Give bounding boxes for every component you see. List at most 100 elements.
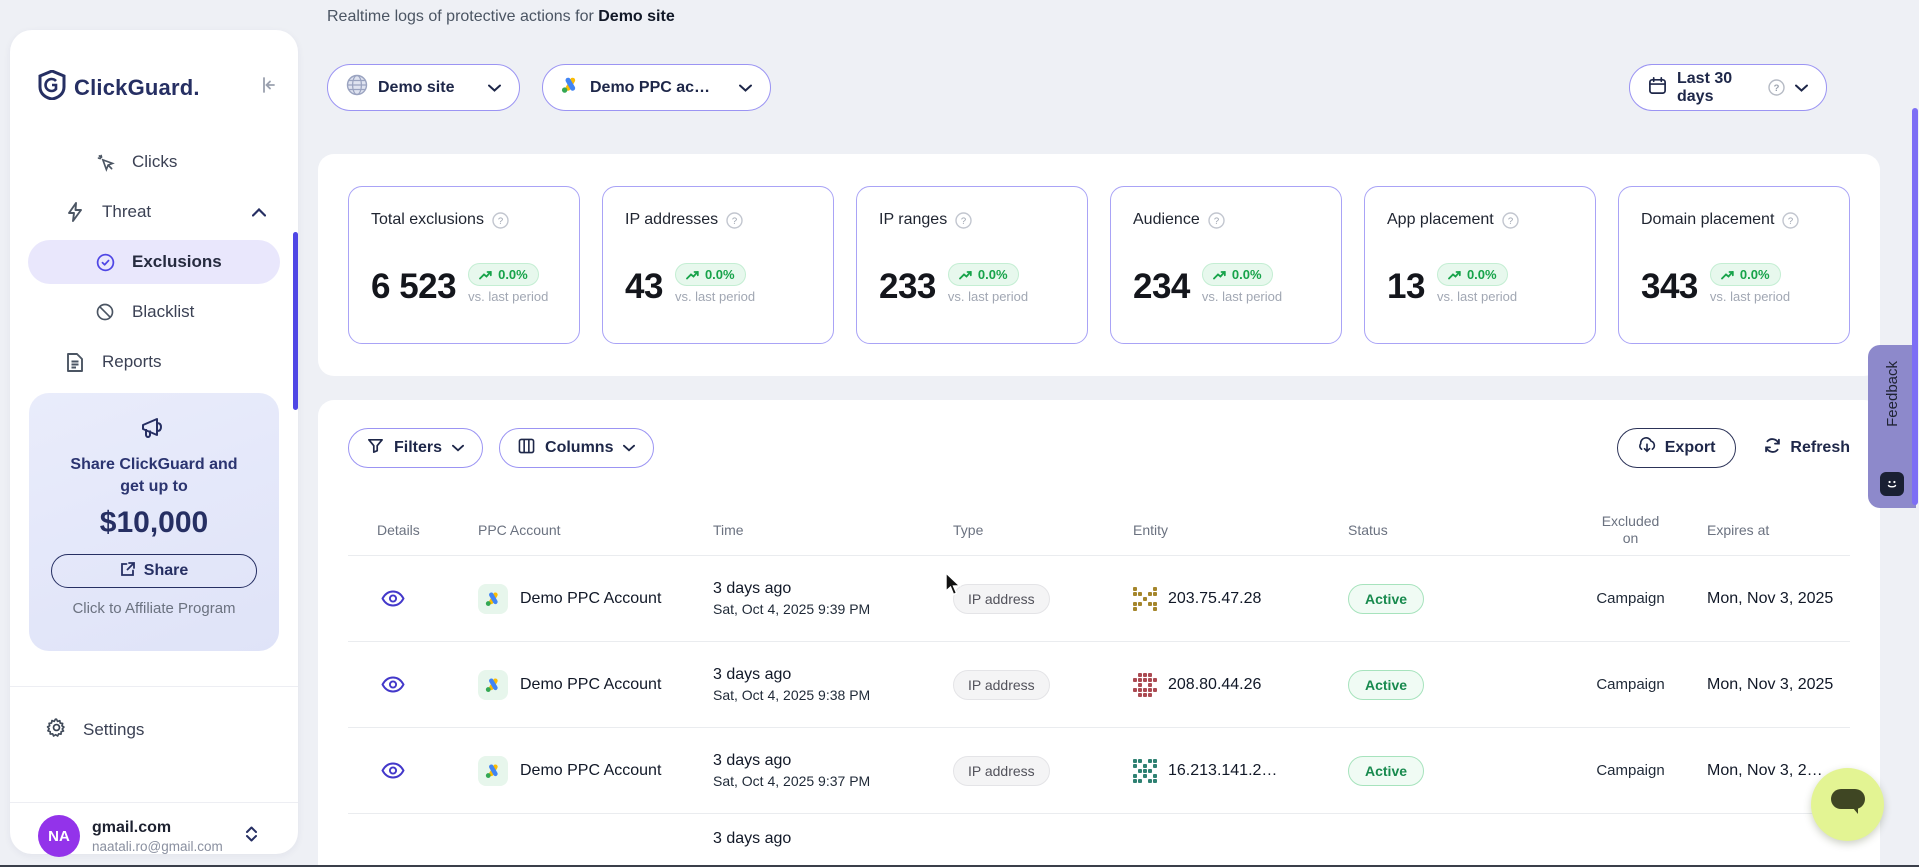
sidebar-item-settings[interactable]: Settings xyxy=(28,708,280,752)
gear-icon xyxy=(46,717,67,743)
status-badge: Active xyxy=(1348,584,1424,614)
row-account-cell xyxy=(478,813,713,867)
brand-name: ClickGuard. xyxy=(74,75,200,101)
stat-caption: vs. last period xyxy=(1437,289,1517,304)
row-entity-cell: 16.213.141.2… xyxy=(1133,727,1348,813)
exclusions-table: Details PPC Account Time Type Entity Sta… xyxy=(348,505,1850,867)
refresh-icon xyxy=(1764,437,1781,459)
type-badge: IP address xyxy=(953,584,1050,614)
promo-amount: $10,000 xyxy=(29,506,279,540)
column-header-excluded-on[interactable]: Excluded on xyxy=(1568,505,1693,555)
sidebar-item-label: Threat xyxy=(102,202,151,222)
row-excluded-on-cell: Campaign xyxy=(1568,641,1693,727)
clickguard-logo-icon xyxy=(38,70,66,105)
sidebar-item-label: Reports xyxy=(102,352,162,372)
help-icon[interactable]: ? xyxy=(726,212,743,229)
sidebar-item-label: Exclusions xyxy=(132,252,222,272)
stat-card-domain-placement: Domain placement ? 343 0.0% vs. last per… xyxy=(1618,186,1850,344)
chat-launcher-button[interactable] xyxy=(1811,768,1884,841)
megaphone-icon xyxy=(29,415,279,446)
sidebar-item-reports[interactable]: Reports xyxy=(28,340,280,384)
help-icon[interactable]: ? xyxy=(1502,212,1519,229)
columns-button[interactable]: Columns xyxy=(499,428,654,468)
help-icon[interactable]: ? xyxy=(492,212,509,229)
svg-text:?: ? xyxy=(732,216,737,227)
svg-text:?: ? xyxy=(1508,216,1513,227)
row-status-cell: Active xyxy=(1348,641,1568,727)
help-icon[interactable]: ? xyxy=(1208,212,1225,229)
date-range-dropdown[interactable]: Last 30 days ? xyxy=(1629,64,1827,111)
column-header-time[interactable]: Time xyxy=(713,505,953,555)
svg-text:?: ? xyxy=(1774,83,1780,94)
stat-caption: vs. last period xyxy=(948,289,1028,304)
svg-text:?: ? xyxy=(961,216,966,227)
row-type-cell: IP address xyxy=(953,641,1133,727)
sidebar-item-clicks[interactable]: Clicks xyxy=(28,140,280,184)
sidebar-item-threat[interactable]: Threat xyxy=(28,190,280,234)
row-details-cell xyxy=(348,555,478,641)
globe-icon xyxy=(346,74,368,101)
filters-button[interactable]: Filters xyxy=(348,428,483,468)
stat-delta-badge: 0.0% xyxy=(1437,263,1508,286)
column-header-ppc-account[interactable]: PPC Account xyxy=(478,505,713,555)
chevron-up-down-icon xyxy=(245,825,258,848)
row-status-cell: Active xyxy=(1348,727,1568,813)
stat-card-ip-ranges: IP ranges ? 233 0.0% vs. last period xyxy=(856,186,1088,344)
exclusions-table-panel: Filters Columns Export Refres xyxy=(318,400,1880,867)
stat-card-total-exclusions: Total exclusions ? 6 523 0.0% vs. last p… xyxy=(348,186,580,344)
affiliate-program-link[interactable]: Click to Affiliate Program xyxy=(29,600,279,617)
entity-identicon xyxy=(1133,587,1157,611)
stats-panel: Total exclusions ? 6 523 0.0% vs. last p… xyxy=(318,154,1880,376)
sidebar-item-exclusions[interactable]: Exclusions xyxy=(28,240,280,284)
date-range-value: Last 30 days xyxy=(1677,70,1758,106)
share-button[interactable]: Share xyxy=(51,554,257,588)
stat-value: 6 523 xyxy=(371,269,456,304)
row-details-cell xyxy=(348,641,478,727)
view-details-eye-icon[interactable] xyxy=(381,676,405,693)
column-header-status[interactable]: Status xyxy=(1348,505,1568,555)
feedback-tab[interactable]: Feedback xyxy=(1868,345,1916,508)
collapse-sidebar-icon[interactable] xyxy=(260,76,278,99)
column-header-entity[interactable]: Entity xyxy=(1133,505,1348,555)
feedback-label: Feedback xyxy=(1884,361,1901,427)
column-header-details[interactable]: Details xyxy=(348,505,478,555)
stat-value: 43 xyxy=(625,269,663,304)
app-root: ClickGuard. Clicks Threat Exclusio xyxy=(0,0,1919,867)
sidebar-item-label: Blacklist xyxy=(132,302,194,322)
svg-text:?: ? xyxy=(1214,216,1219,227)
stat-caption: vs. last period xyxy=(1202,289,1282,304)
site-dropdown[interactable]: Demo site xyxy=(327,64,520,111)
page-title-site: Demo site xyxy=(598,8,674,25)
ppc-account-dropdown[interactable]: Demo PPC ac… xyxy=(542,64,771,111)
view-details-eye-icon[interactable] xyxy=(381,590,405,607)
status-badge: Active xyxy=(1348,756,1424,786)
trend-up-icon xyxy=(1448,270,1462,280)
chat-bubble-icon xyxy=(1829,786,1867,823)
type-badge: IP address xyxy=(953,670,1050,700)
row-status-cell xyxy=(1348,813,1568,867)
view-details-eye-icon[interactable] xyxy=(381,762,405,779)
chevron-down-icon xyxy=(623,439,635,457)
user-account-switcher[interactable]: NA gmail.com naatali.ro@gmail.com xyxy=(30,810,284,862)
ppc-account-dropdown-value: Demo PPC ac… xyxy=(590,79,710,97)
row-time-cell: 3 days agoSat, Oct 4, 2025 9:37 PM xyxy=(713,727,953,813)
stat-caption: vs. last period xyxy=(1710,289,1790,304)
row-details-cell xyxy=(348,727,478,813)
affiliate-promo-card: Share ClickGuard and get up to $10,000 S… xyxy=(29,393,279,651)
column-header-type[interactable]: Type xyxy=(953,505,1133,555)
row-entity-cell: 208.80.44.26 xyxy=(1133,641,1348,727)
ban-icon xyxy=(94,302,116,322)
column-header-expires-at[interactable]: Expires at xyxy=(1693,505,1850,555)
sidebar-item-blacklist[interactable]: Blacklist xyxy=(28,290,280,334)
row-account-cell: Demo PPC Account xyxy=(478,727,713,813)
help-icon[interactable]: ? xyxy=(1782,212,1799,229)
stat-delta-badge: 0.0% xyxy=(948,263,1019,286)
row-excluded-on-cell xyxy=(1568,813,1693,867)
badge-check-icon xyxy=(94,252,116,273)
export-button[interactable]: Export xyxy=(1617,428,1737,468)
help-icon[interactable]: ? xyxy=(955,212,972,229)
page-scrollbar[interactable] xyxy=(1912,108,1918,505)
refresh-button[interactable]: Refresh xyxy=(1764,437,1850,459)
columns-icon xyxy=(518,438,535,459)
sidebar-scrollbar[interactable] xyxy=(293,232,298,410)
